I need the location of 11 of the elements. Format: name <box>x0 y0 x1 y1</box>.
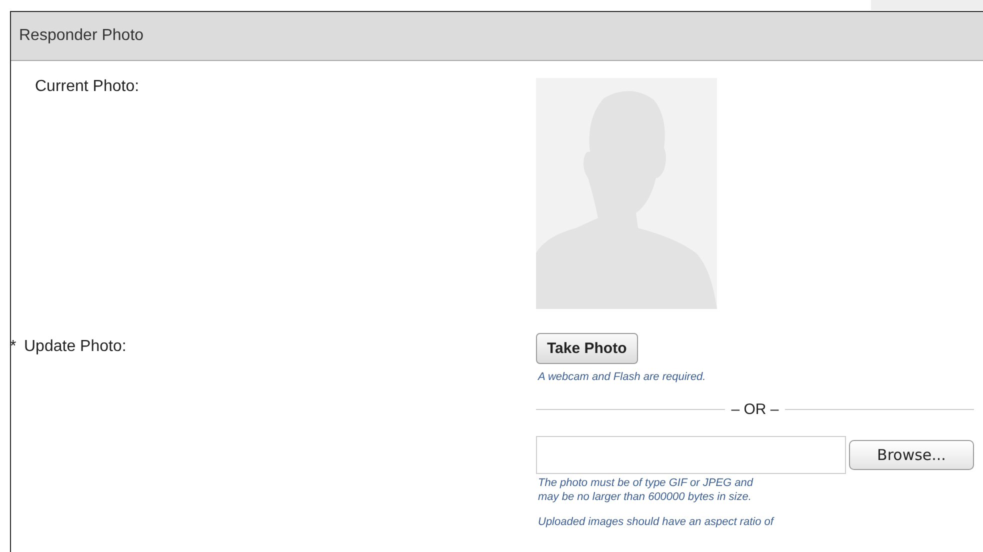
webcam-note: A webcam and Flash are required. <box>536 370 706 384</box>
panel-title: Responder Photo <box>11 12 983 61</box>
browse-button[interactable]: Browse... <box>849 440 974 470</box>
file-path-field[interactable] <box>536 436 846 474</box>
field-label: Update Photo: <box>24 338 126 356</box>
separator-text: – OR – <box>731 401 779 418</box>
field-label: Current Photo: <box>35 78 140 96</box>
aspect-ratio-note: Uploaded images should have an aspect ratio of <box>537 515 774 529</box>
take-photo-button[interactable]: Take Photo <box>536 333 638 364</box>
required-mark: * <box>10 338 18 356</box>
file-requirements-note: The photo must be of type GIF or JPEG and may be no larger than 600000 bytes in size. <box>537 476 754 504</box>
